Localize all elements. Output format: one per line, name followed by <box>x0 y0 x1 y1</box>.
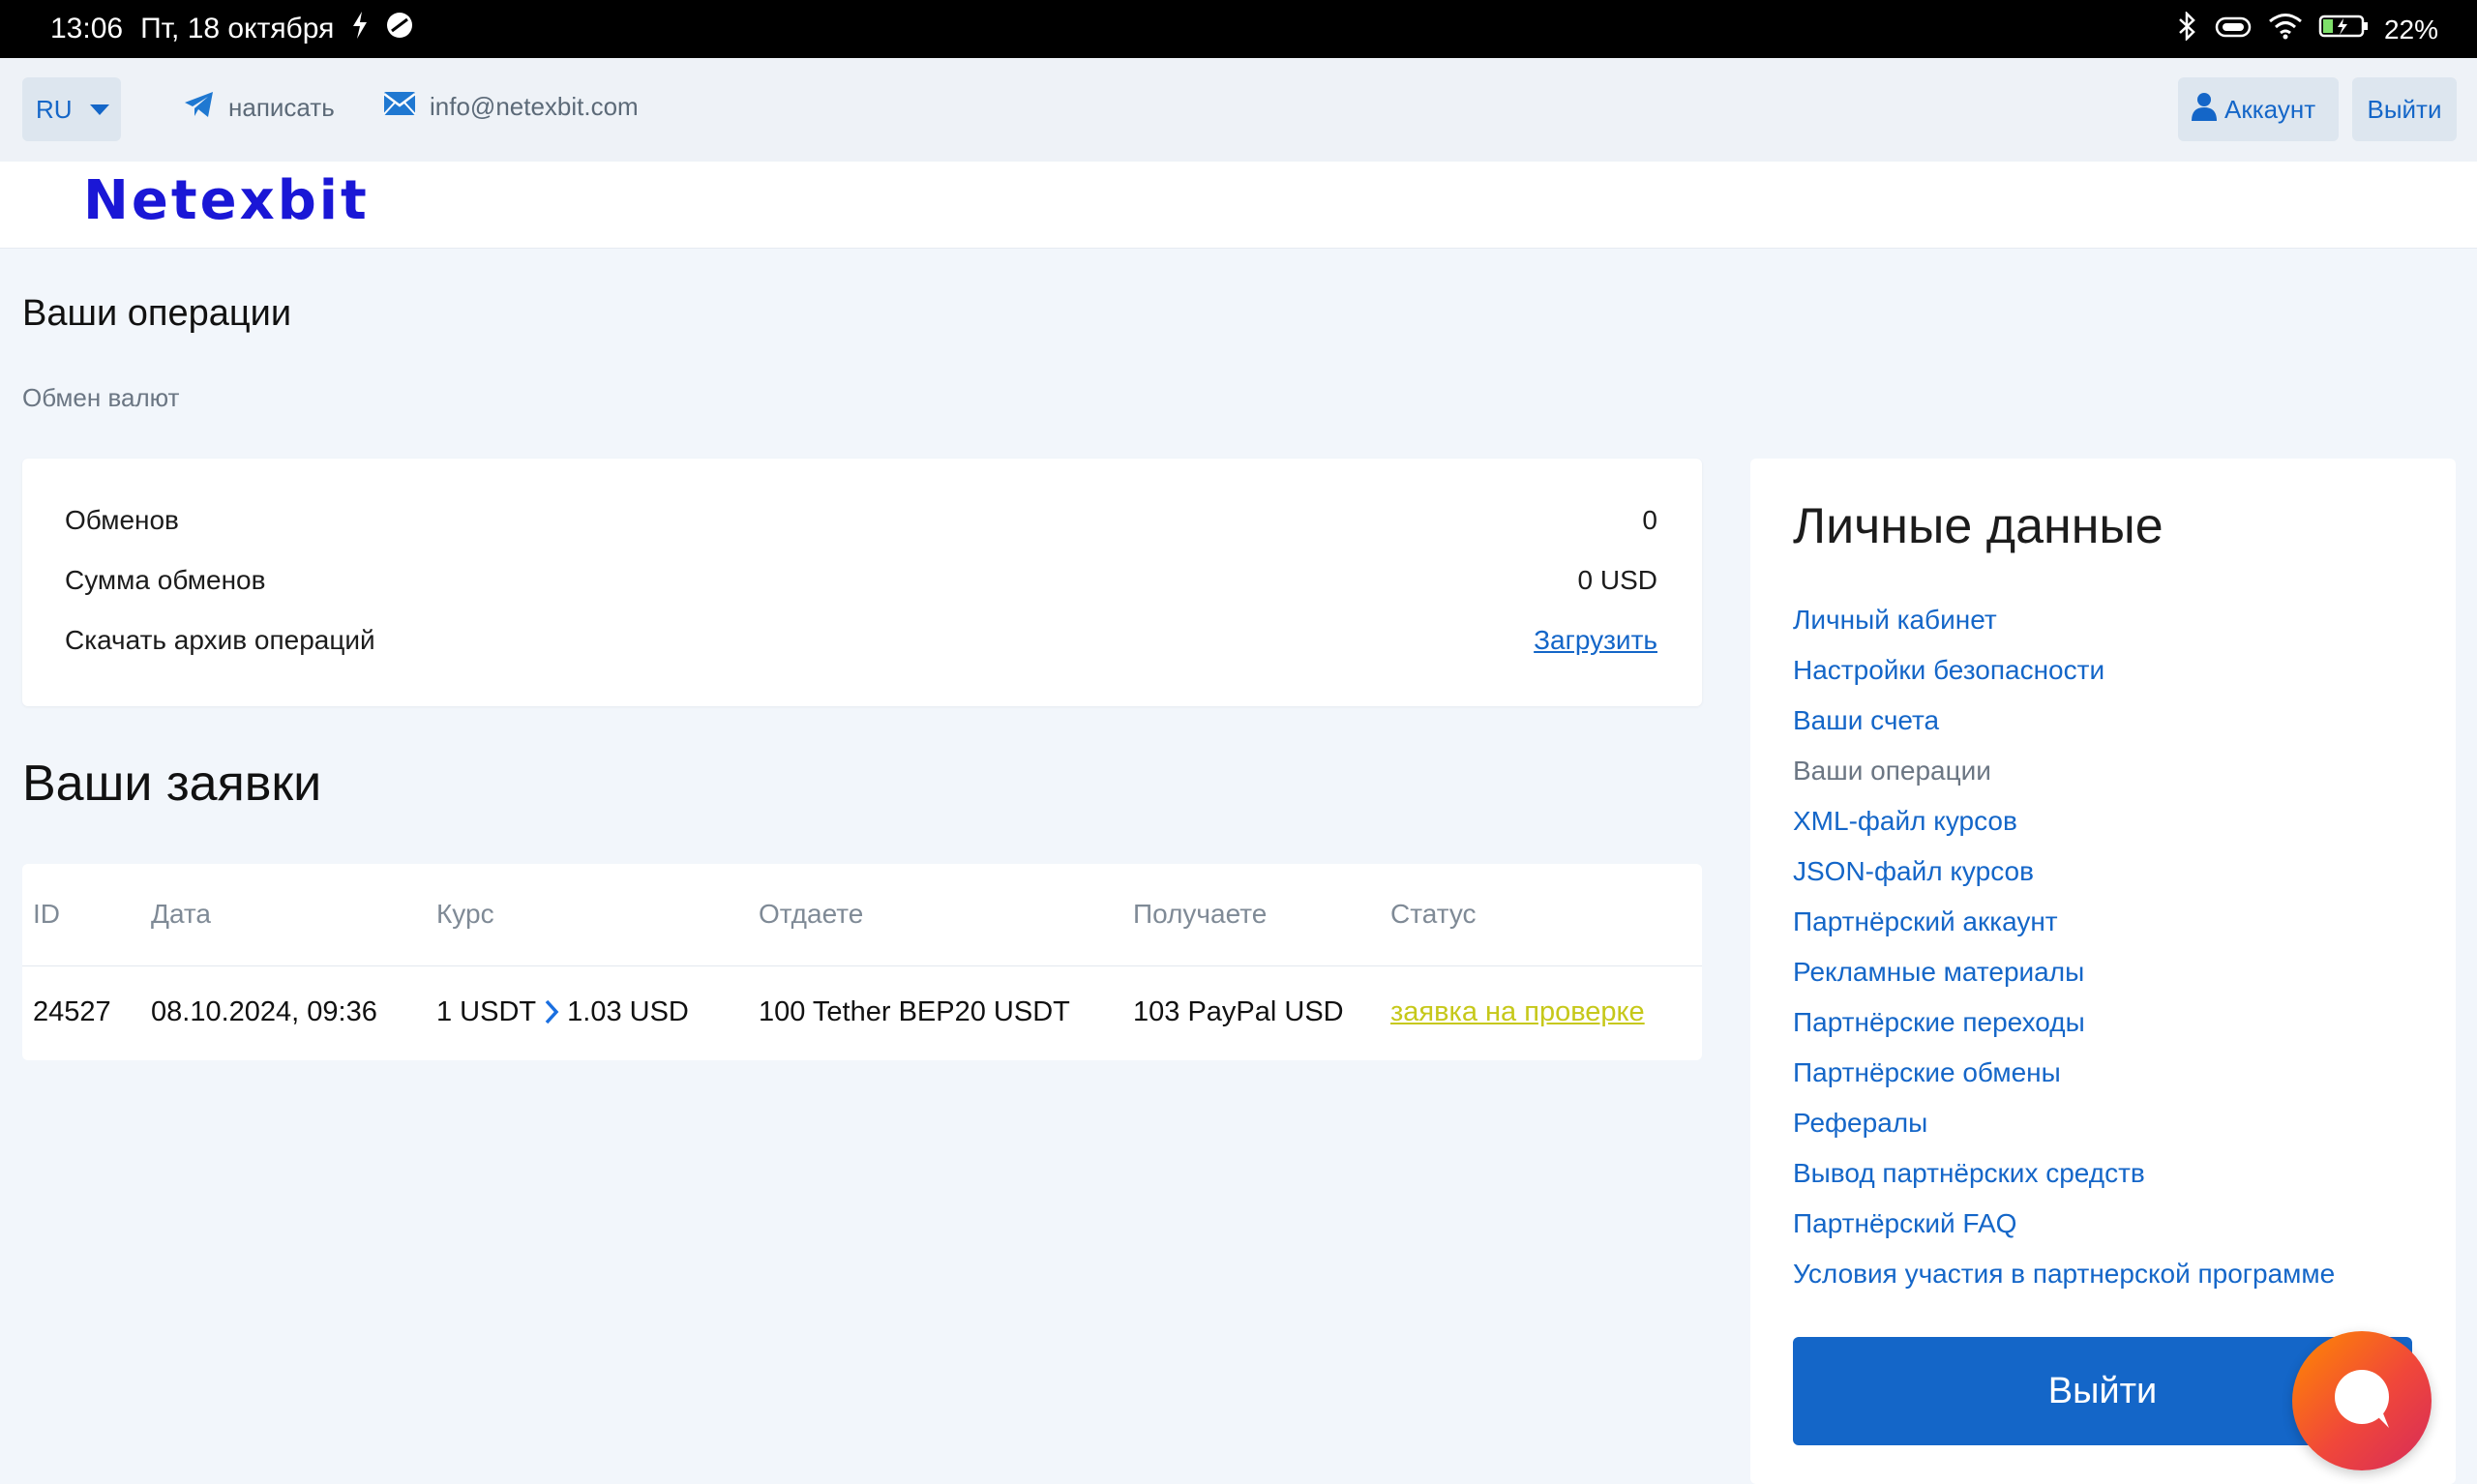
column-header-give: Отдаете <box>759 899 864 929</box>
sidebar-item-security[interactable]: Настройки безопасности <box>1793 645 2335 696</box>
logo-bar: Netexbit <box>0 162 2477 249</box>
column-header-get: Получаете <box>1133 899 1268 929</box>
order-status-link[interactable]: заявка на проверке <box>1390 996 1645 1028</box>
status-date: Пт, 18 октября <box>140 13 335 45</box>
page-title: Ваши операции <box>22 293 292 334</box>
order-rate: 1 USDT 1.03 USD <box>436 996 689 1028</box>
chat-widget-button[interactable] <box>2292 1331 2432 1470</box>
sidebar-item-xml-rates[interactable]: XML-файл курсов <box>1793 796 2335 846</box>
language-selector[interactable]: RU <box>22 77 121 141</box>
stat-row-archive: Скачать архив операций Загрузить <box>65 625 1657 656</box>
stat-value: 0 <box>1642 505 1657 535</box>
telegram-link[interactable]: написать <box>184 91 335 125</box>
system-status-bar: 13:06 Пт, 18 октября 22% <box>0 0 2477 58</box>
rate-from: 1 USDT <box>436 996 537 1027</box>
sidebar-item-partner-terms[interactable]: Условия участия в партнерской программе <box>1793 1249 2335 1299</box>
email-link[interactable]: info@netexbit.com <box>383 91 639 123</box>
sidebar-item-partner-withdrawal[interactable]: Вывод партнёрских средств <box>1793 1148 2335 1199</box>
battery-level: 22% <box>2383 14 2438 45</box>
user-icon <box>2192 92 2217 128</box>
order-date: 08.10.2024, 09:36 <box>151 996 377 1027</box>
telegram-label: написать <box>228 93 335 122</box>
personal-data-sidebar: Личные данные Личный кабинет Настройки б… <box>1750 459 2456 1484</box>
account-label: Аккаунт <box>2224 94 2316 124</box>
no-disturb-icon <box>386 12 413 46</box>
email-address: info@netexbit.com <box>430 92 639 121</box>
rate-to: 1.03 USD <box>567 996 689 1027</box>
orders-title: Ваши заявки <box>22 756 322 812</box>
order-id: 24527 <box>33 996 111 1027</box>
column-header-status: Статус <box>1390 899 1477 929</box>
column-header-rate: Курс <box>436 899 494 929</box>
stat-row-exchanges: Обменов 0 <box>65 505 1657 536</box>
table-header: ID Дата Курс Отдаете Получаете Статус <box>22 864 1702 966</box>
sidebar-item-referrals[interactable]: Рефералы <box>1793 1098 2335 1148</box>
top-bar: RU написать info@netexbit.com Аккаунт Вы… <box>0 58 2477 162</box>
stat-label: Сумма обменов <box>65 565 266 595</box>
vibrate-icon <box>2214 15 2253 45</box>
sidebar-item-promo-materials[interactable]: Рекламные материалы <box>1793 947 2335 997</box>
site-logo[interactable]: Netexbit <box>83 169 370 232</box>
sidebar-item-operations: Ваши операции <box>1793 756 1991 786</box>
sidebar-item-partner-faq[interactable]: Партнёрский FAQ <box>1793 1199 2335 1249</box>
stat-value: 0 USD <box>1577 565 1657 595</box>
stat-row-sum: Сумма обменов 0 USD <box>65 565 1657 596</box>
flash-icon <box>351 12 369 46</box>
language-label: RU <box>36 94 73 124</box>
bluetooth-icon <box>2177 10 2198 47</box>
header-logout-button[interactable]: Выйти <box>2352 77 2457 141</box>
chevron-right-icon <box>544 996 559 1028</box>
sidebar-item-cabinet[interactable]: Личный кабинет <box>1793 595 2335 645</box>
breadcrumb: Обмен валют <box>22 383 180 412</box>
chat-bubble-icon <box>2327 1364 2397 1439</box>
orders-table: ID Дата Курс Отдаете Получаете Статус 24… <box>22 864 1702 1060</box>
battery-charging-icon <box>2318 14 2369 45</box>
account-button[interactable]: Аккаунт <box>2178 77 2339 141</box>
operations-summary-card: Обменов 0 Сумма обменов 0 USD Скачать ар… <box>22 459 1702 706</box>
column-header-id: ID <box>33 899 60 929</box>
sidebar-title: Личные данные <box>1793 498 2164 554</box>
status-time: 13:06 <box>50 13 124 45</box>
telegram-icon <box>184 91 215 125</box>
download-archive-link[interactable]: Загрузить <box>1534 625 1657 656</box>
sidebar-menu: Личный кабинет Настройки безопасности Ва… <box>1793 595 2335 1299</box>
sidebar-item-partner-visits[interactable]: Партнёрские переходы <box>1793 997 2335 1048</box>
sidebar-item-json-rates[interactable]: JSON-файл курсов <box>1793 846 2335 897</box>
mail-icon <box>383 91 416 123</box>
stat-label: Скачать архив операций <box>65 625 375 655</box>
order-get: 103 PayPal USD <box>1133 996 1344 1027</box>
stat-label: Обменов <box>65 505 179 535</box>
sidebar-item-accounts[interactable]: Ваши счета <box>1793 696 2335 746</box>
order-give: 100 Tether BEP20 USDT <box>759 996 1070 1027</box>
sidebar-item-partner-exchanges[interactable]: Партнёрские обмены <box>1793 1048 2335 1098</box>
sidebar-item-partner-account[interactable]: Партнёрский аккаунт <box>1793 897 2335 947</box>
caret-down-icon <box>89 104 109 115</box>
wifi-icon <box>2268 13 2303 46</box>
column-header-date: Дата <box>151 899 212 929</box>
